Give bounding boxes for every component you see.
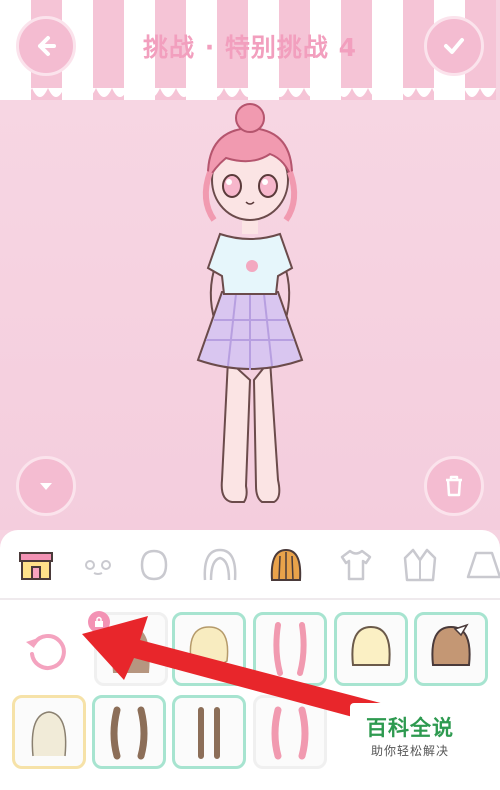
pointer-arrow xyxy=(82,616,392,726)
watermark-title: 百科全说 xyxy=(366,716,454,740)
watermark-subtitle: 助你轻松解决 xyxy=(371,744,450,758)
